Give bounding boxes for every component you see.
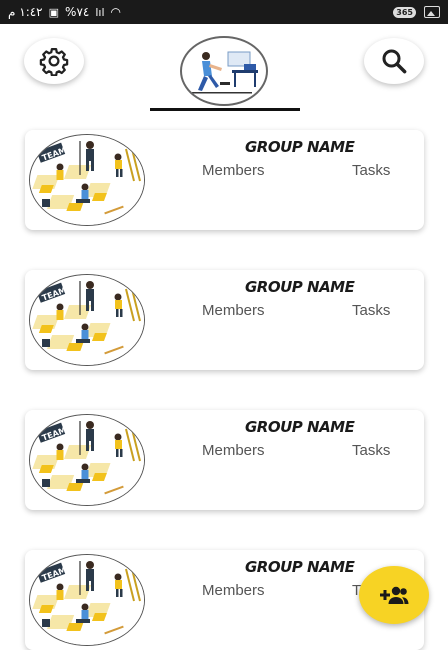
add-group-icon: [380, 586, 409, 604]
group-card[interactable]: TEAM GROUP NAME Members Tasks: [25, 130, 424, 230]
app-badge: 365: [393, 6, 416, 18]
battery-percent: %٧٤: [65, 5, 90, 19]
members-label: Members: [202, 302, 265, 319]
group-image: TEAM: [29, 554, 145, 646]
wifi-icon: ◠: [110, 5, 121, 19]
group-name: GROUP NAME: [245, 278, 355, 296]
header-underline: [150, 108, 300, 111]
search-button[interactable]: [364, 38, 424, 84]
group-image: TEAM: [29, 134, 145, 226]
settings-button[interactable]: [24, 38, 84, 84]
tasks-label: Tasks: [352, 442, 391, 459]
group-card[interactable]: TEAM GROUP NAME Members Tasks: [25, 270, 424, 370]
members-label: Members: [202, 582, 265, 599]
status-right: 365: [393, 6, 440, 18]
add-group-button[interactable]: [359, 566, 429, 624]
profile-illustration: [192, 51, 258, 94]
profile-avatar[interactable]: [180, 36, 268, 106]
status-bar: ١:٤٢ م ▣ %٧٤ lıl ◠ 365: [0, 0, 448, 24]
tasks-label: Tasks: [352, 302, 391, 319]
signal-icon: lıl: [95, 5, 105, 19]
tasks-label: Tasks: [352, 162, 391, 179]
members-label: Members: [202, 162, 265, 179]
group-name: GROUP NAME: [245, 138, 355, 156]
status-left: ١:٤٢ م ▣ %٧٤ lıl ◠: [8, 5, 121, 19]
gear-icon: [39, 48, 69, 76]
search-icon: [382, 49, 407, 74]
members-label: Members: [202, 442, 265, 459]
status-time: ١:٤٢ م: [8, 5, 43, 19]
top-bar: [0, 24, 448, 116]
group-name: GROUP NAME: [245, 418, 355, 436]
group-name: GROUP NAME: [245, 558, 355, 576]
group-image: TEAM: [29, 414, 145, 506]
group-image: TEAM: [29, 274, 145, 366]
group-card[interactable]: TEAM GROUP NAME Members Tasks: [25, 410, 424, 510]
sim-icon: ▣: [48, 5, 60, 19]
image-icon: [424, 6, 440, 18]
